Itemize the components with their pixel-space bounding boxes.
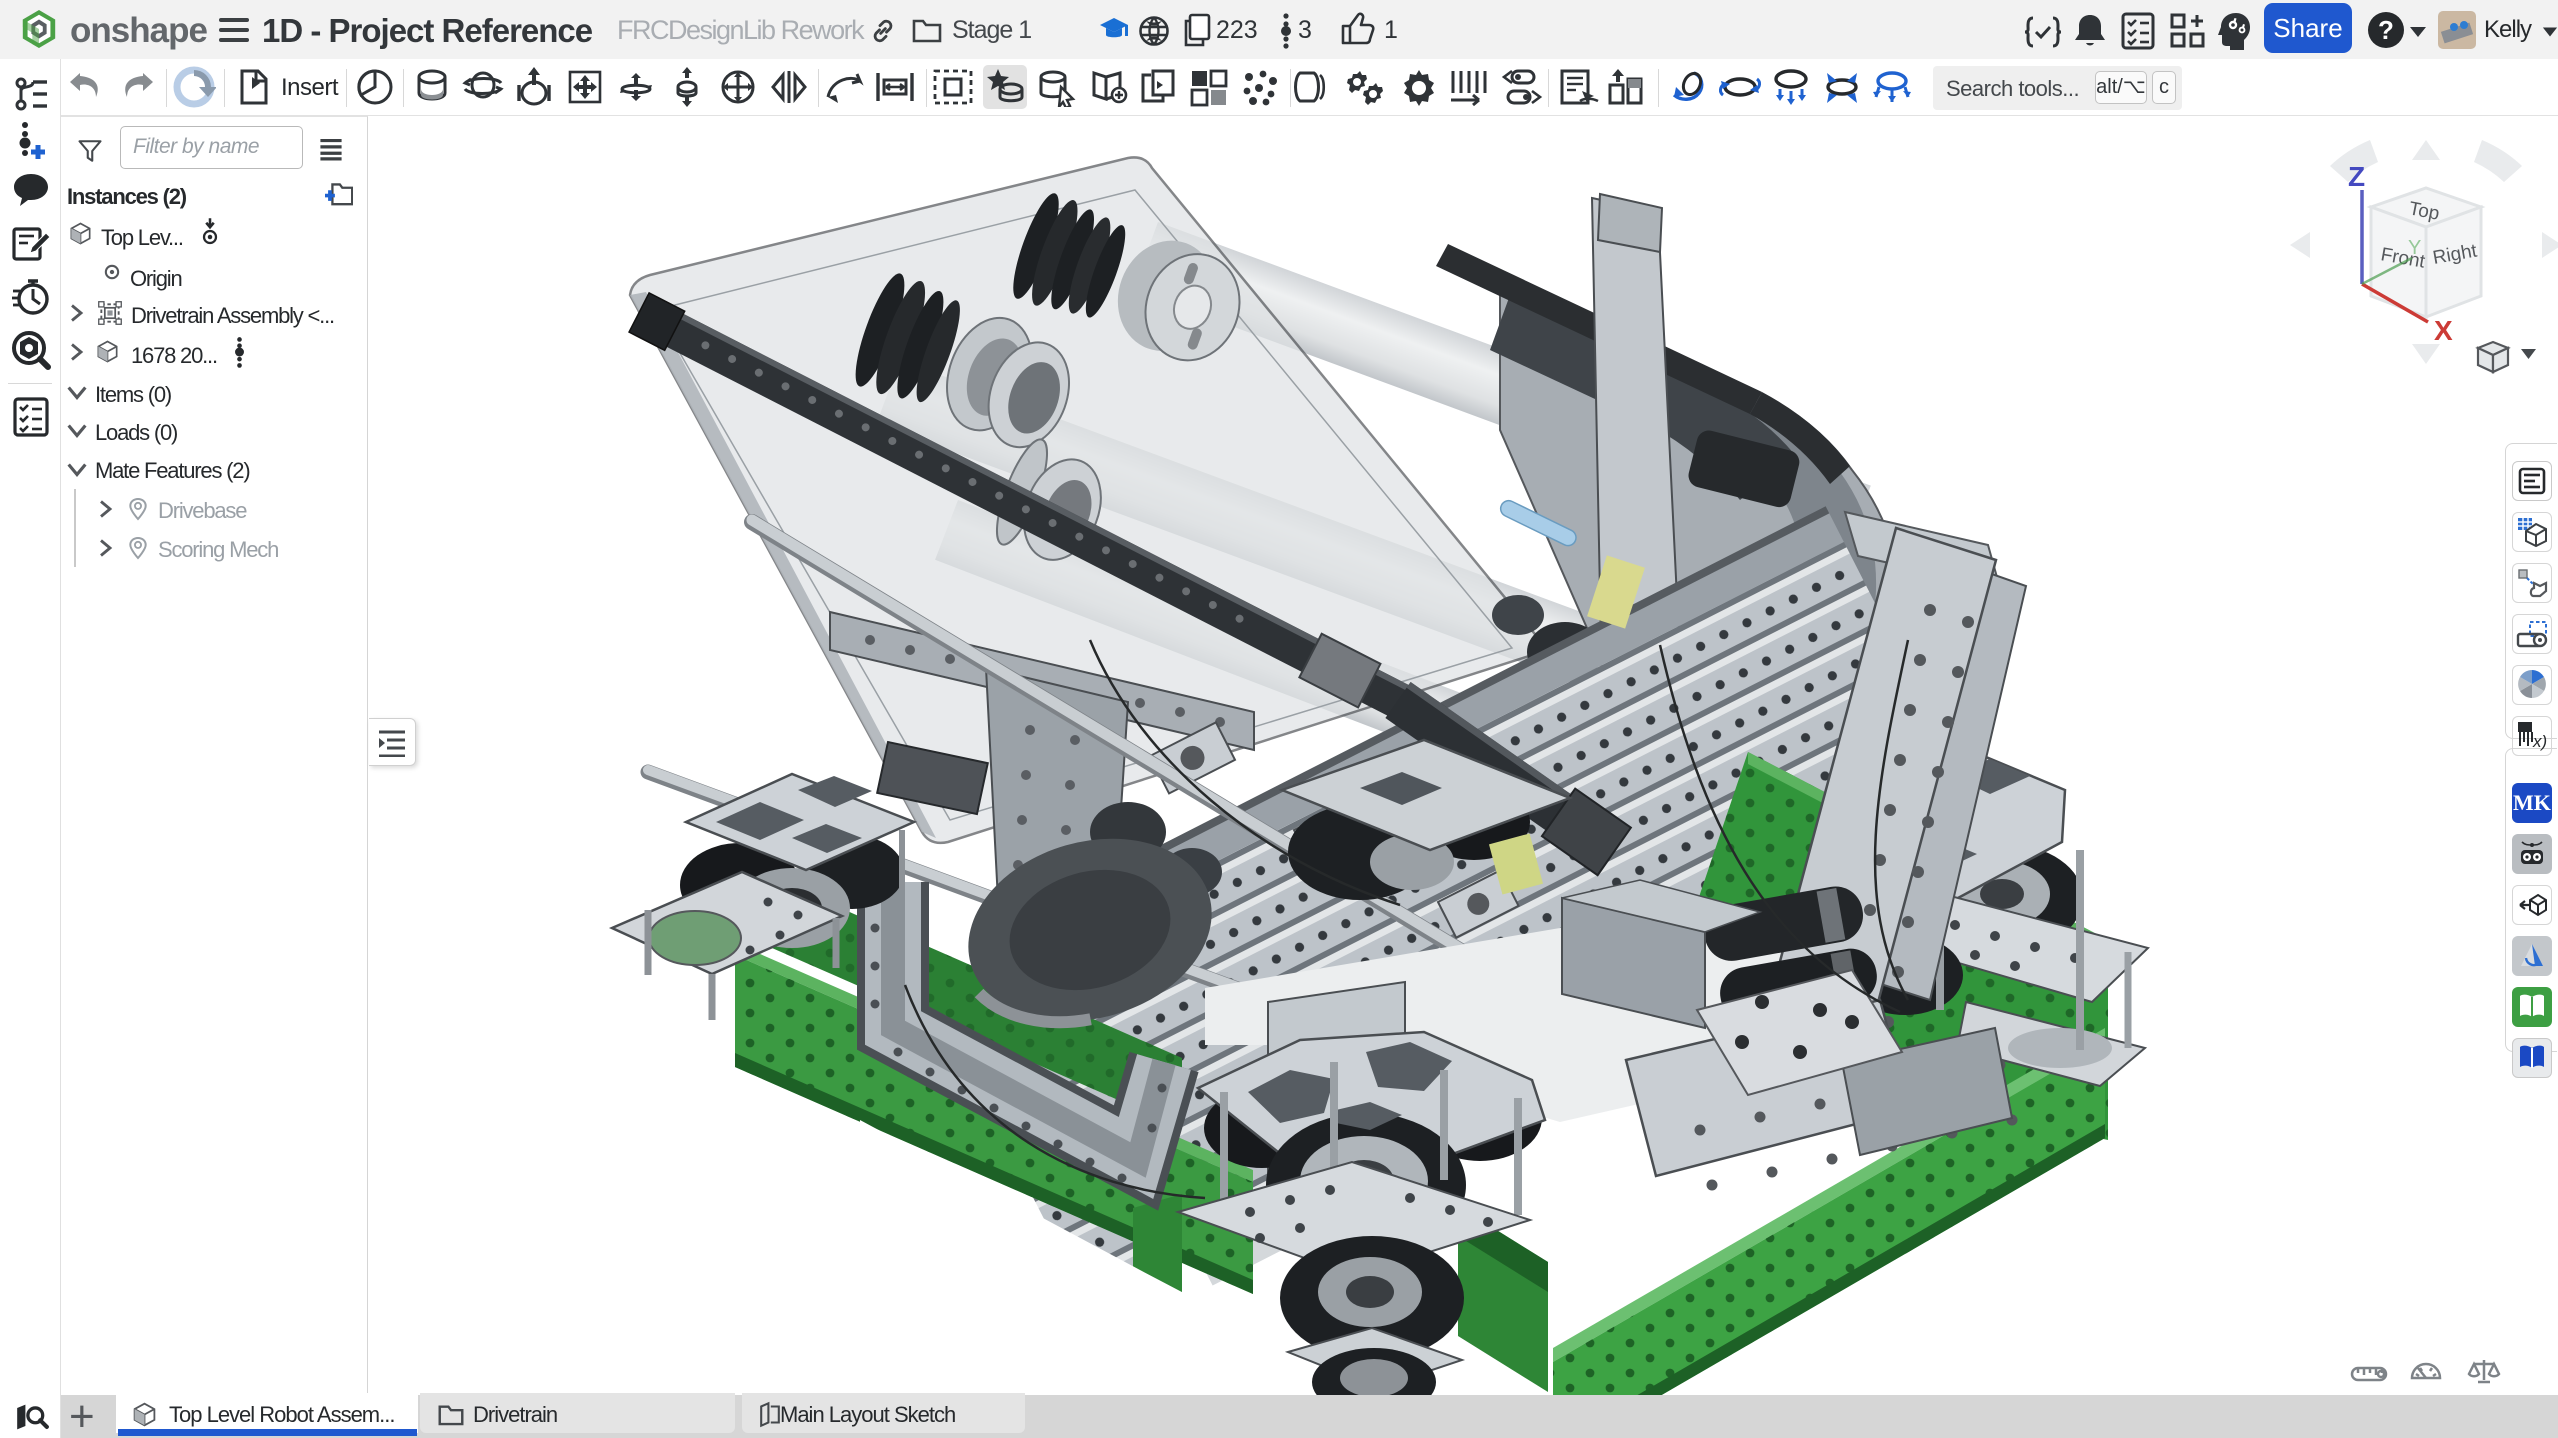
svg-text:?: ? (2378, 15, 2394, 45)
svg-text:X: X (2434, 315, 2453, 346)
svg-text:Y: Y (2408, 237, 2421, 259)
svg-text:Z: Z (2348, 161, 2365, 192)
svg-text:x): x) (2532, 732, 2547, 751)
